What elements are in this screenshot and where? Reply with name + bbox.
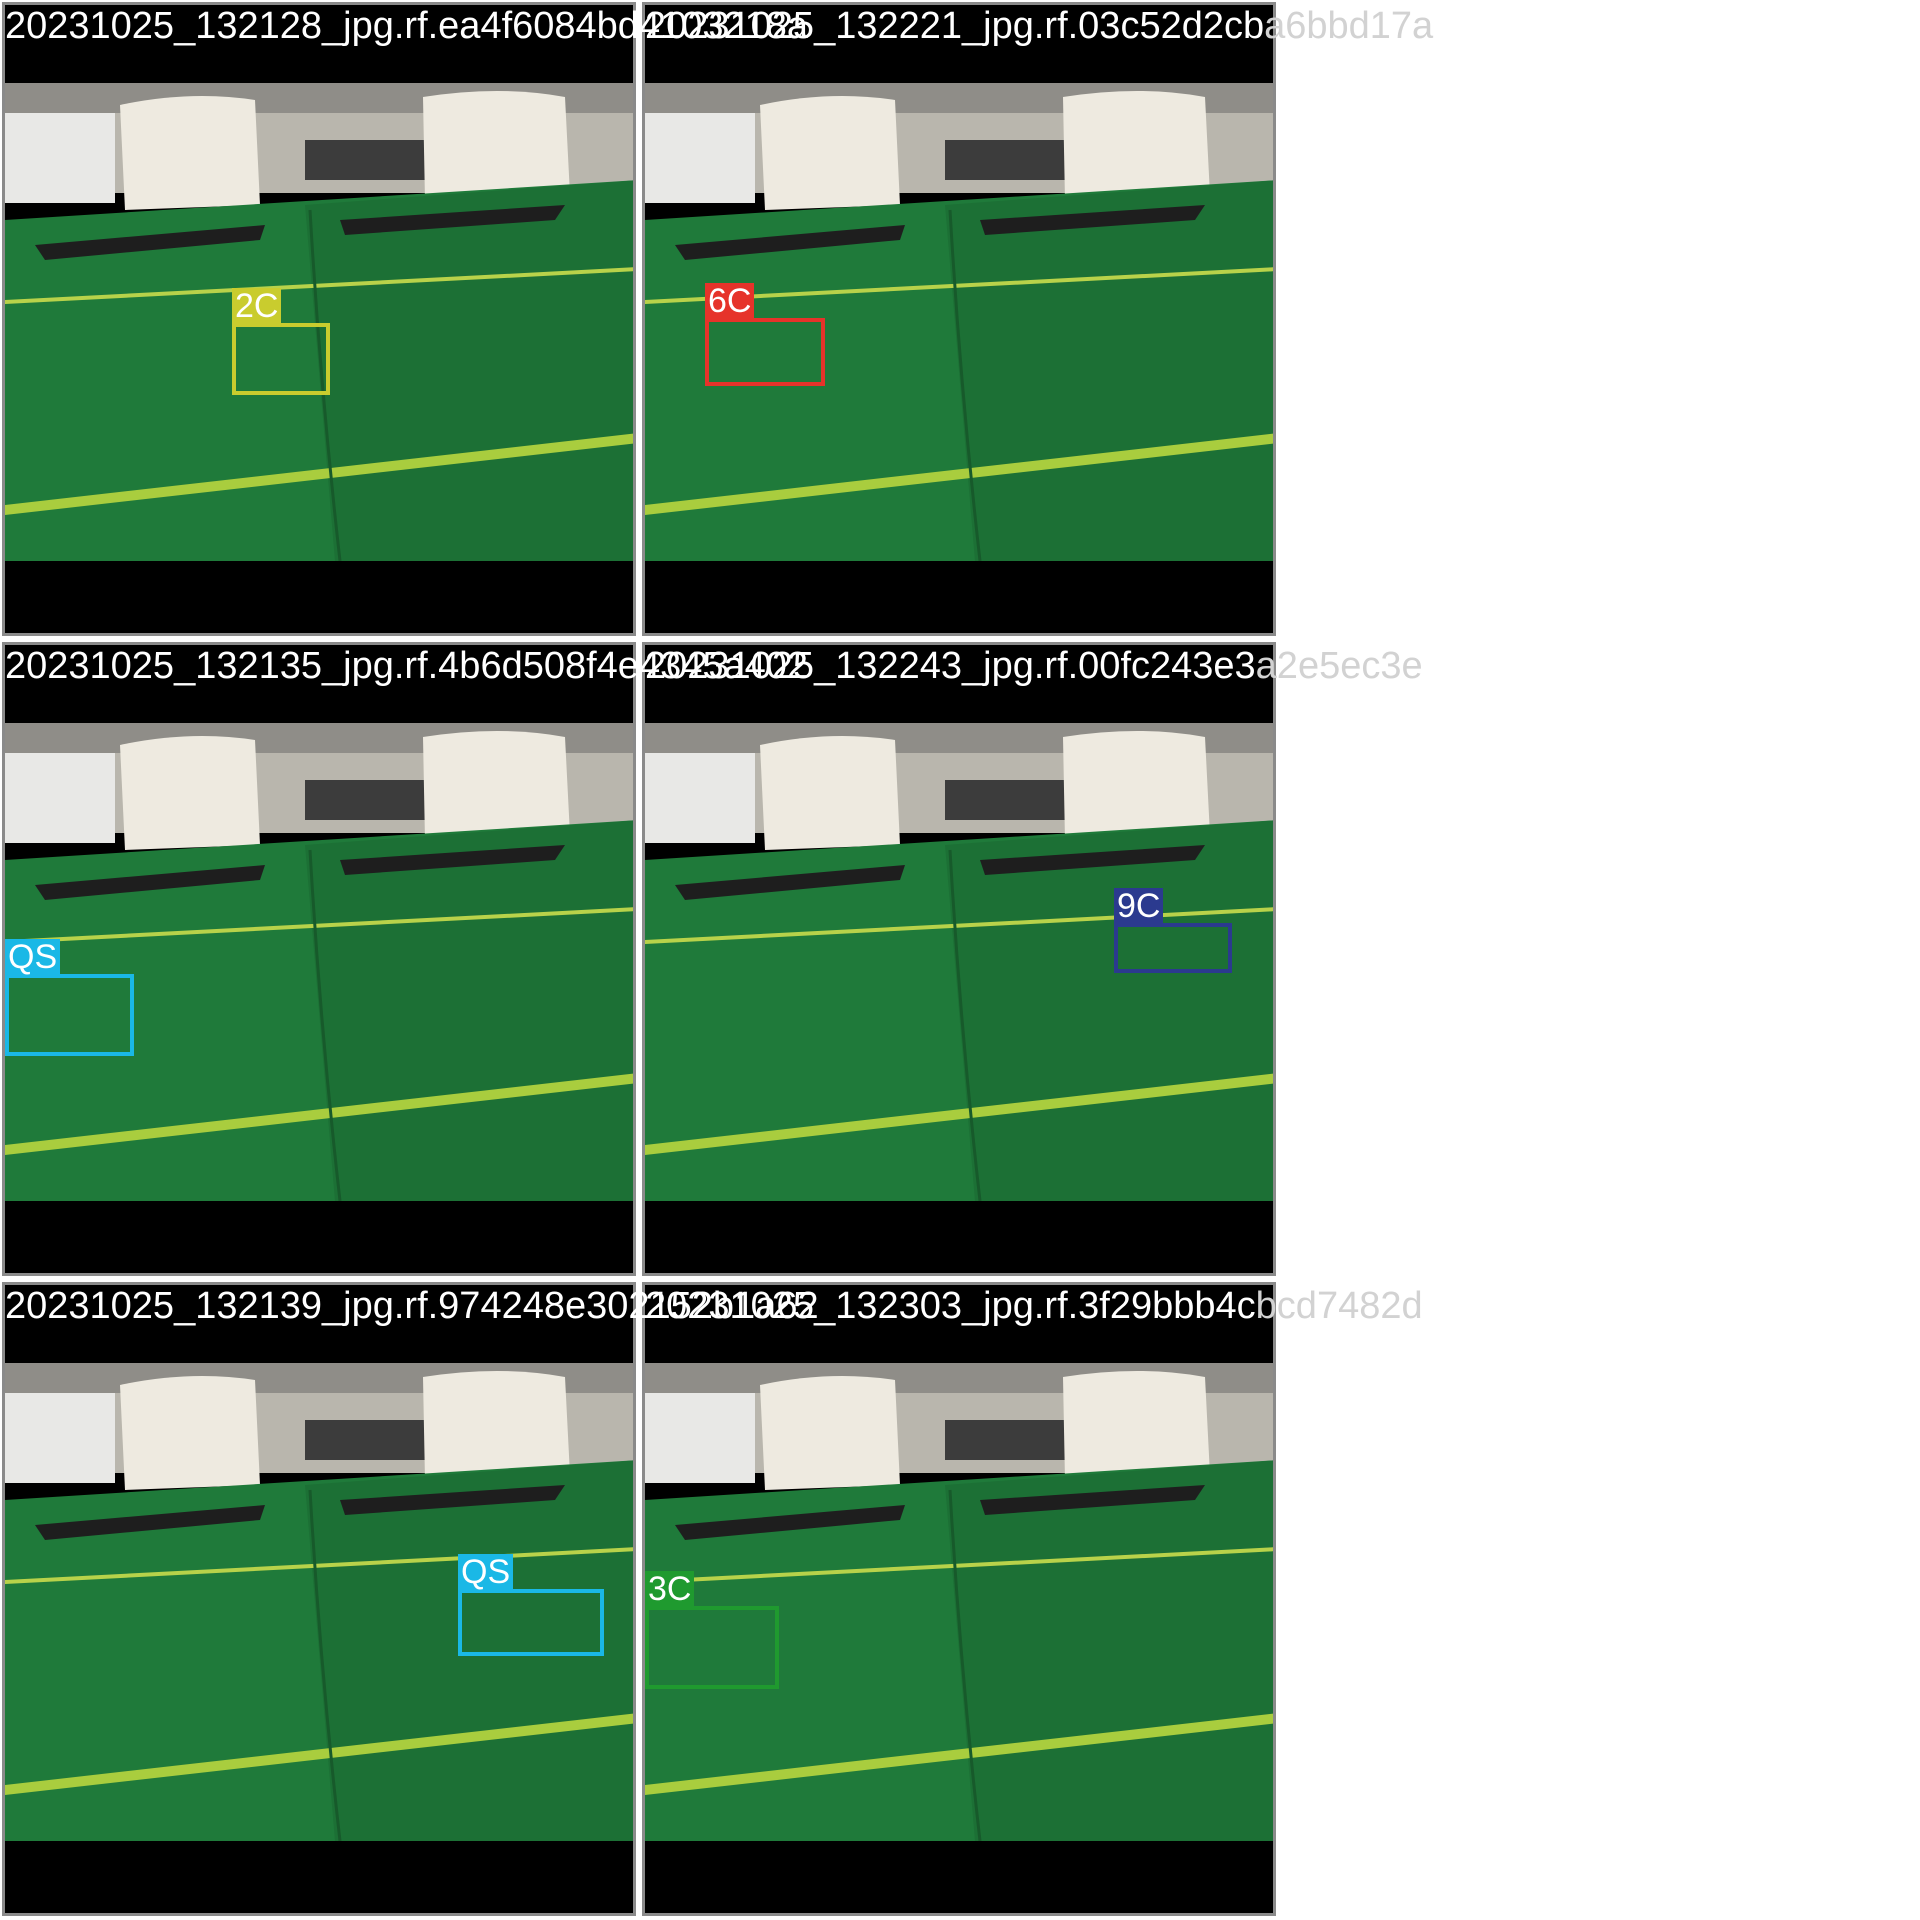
tile-filename: 20231025_132303_jpg.rf.3f29bbb4cbcd7482d	[645, 1286, 1423, 1326]
tile-filename: 20231025_132243_jpg.rf.00fc243e3a2e5ec3e	[645, 646, 1423, 686]
scene-photo	[5, 5, 633, 633]
detection-box	[5, 974, 134, 1056]
filename-text: 20231025_132221_jpg.rf.03c52d2cb	[645, 5, 1265, 47]
filename-overflow-text: a6bbd17a	[1264, 5, 1434, 47]
detection-label: 3C	[645, 1571, 695, 1607]
detection-label: QS	[458, 1554, 514, 1590]
filename-text: 20231025_132303_jpg.rf.3f29bbb4c	[645, 1285, 1256, 1327]
detection-label: QS	[5, 939, 61, 975]
detection-box	[705, 318, 825, 386]
image-tile-3	[2, 642, 636, 1276]
tile-filename: 20231025_132221_jpg.rf.03c52d2cba6bbd17a	[645, 6, 1433, 46]
image-tile-6	[642, 1282, 1276, 1916]
detection-label: 9C	[1114, 888, 1164, 924]
filename-overflow-text: bcd7482d	[1255, 1285, 1423, 1327]
detection-box	[458, 1589, 604, 1656]
filename-text: 20231025_132243_jpg.rf.00fc243e3	[645, 645, 1256, 687]
detection-box	[232, 323, 330, 395]
scene-photo	[5, 645, 633, 1273]
detection-label: 2C	[232, 288, 282, 324]
image-tile-1	[2, 2, 636, 636]
scene-photo	[645, 1285, 1273, 1913]
detection-box	[645, 1606, 779, 1689]
detection-label: 6C	[705, 283, 755, 319]
filename-overflow-text: a2e5ec3e	[1255, 645, 1423, 687]
detection-box	[1114, 923, 1232, 973]
